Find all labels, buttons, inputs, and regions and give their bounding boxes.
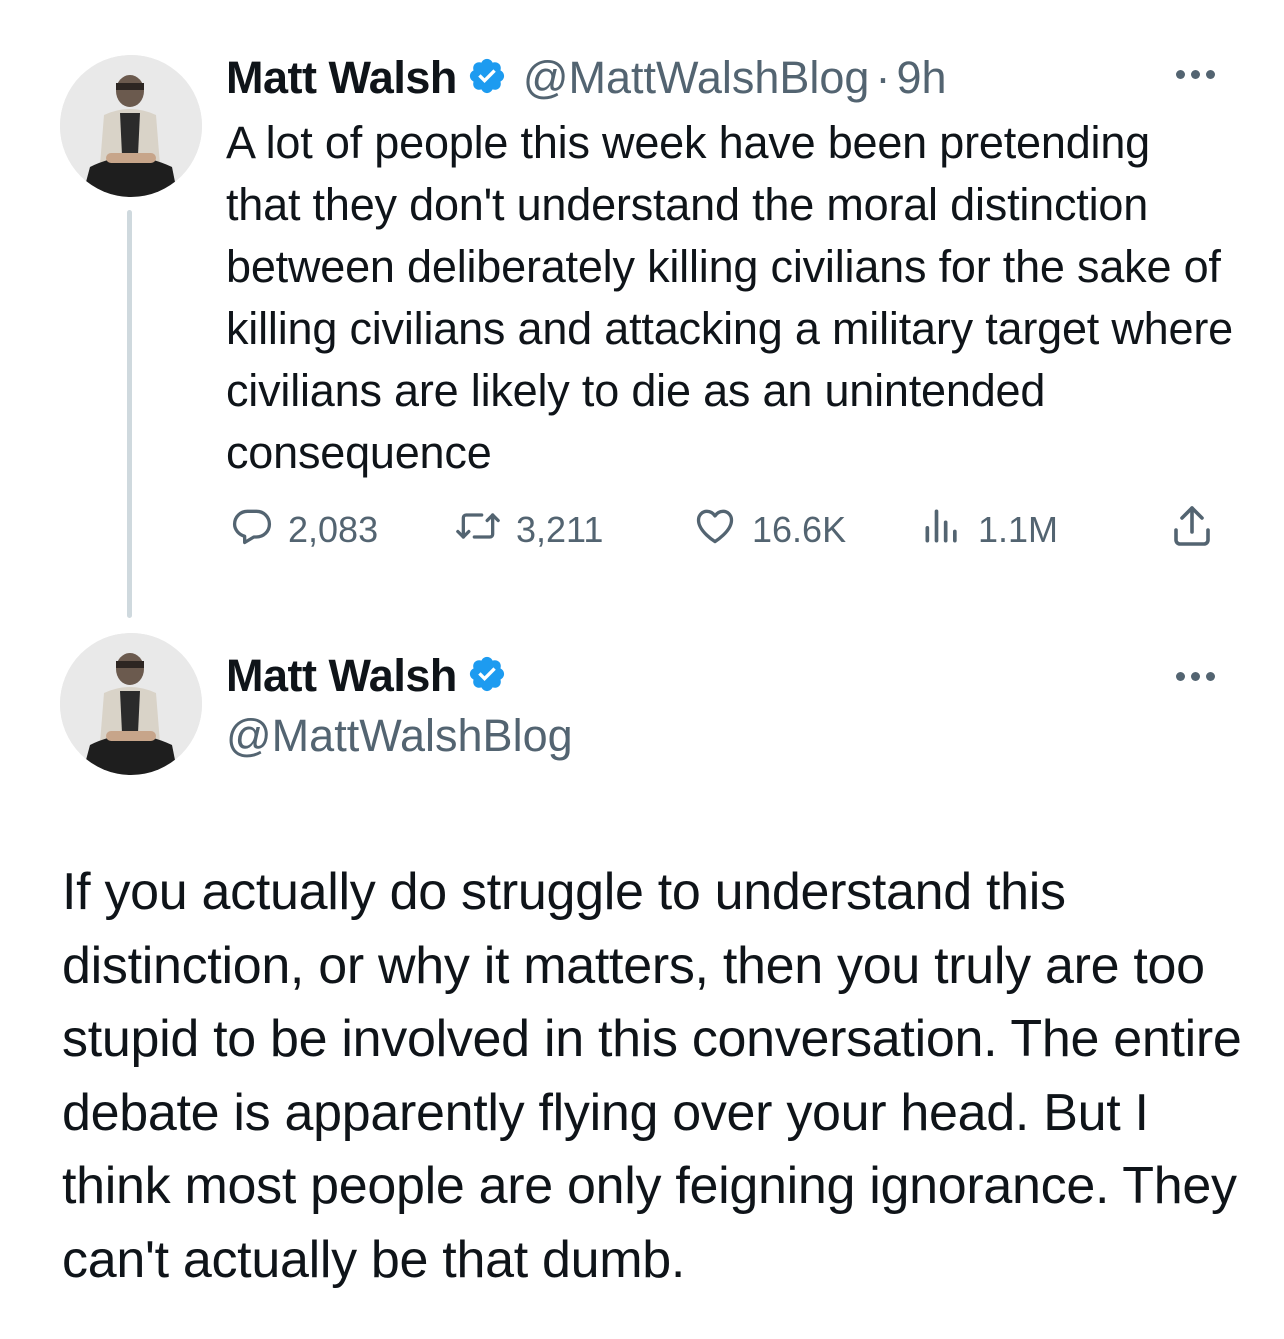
author-handle[interactable]: @MattWalshBlog xyxy=(226,710,573,762)
reply-count: 2,083 xyxy=(288,509,379,550)
avatar[interactable] xyxy=(60,633,202,775)
author-name[interactable]: Matt Walsh xyxy=(226,52,457,104)
views-count: 1.1M xyxy=(978,509,1059,550)
retweet-count: 3,211 xyxy=(516,509,604,550)
tweet-text: A lot of people this week have been pret… xyxy=(226,117,1233,478)
like-button[interactable]: 16.6K xyxy=(692,500,846,560)
like-count: 16.6K xyxy=(752,509,847,550)
tweet-actions: 2,083 3,211 16.6K 1.1M xyxy=(226,500,1222,560)
tweet1-header: Matt Walsh @MattWalshBlog · 9h xyxy=(226,48,947,108)
verified-badge-icon xyxy=(467,56,507,101)
avatar-photo xyxy=(60,633,202,775)
views-button[interactable]: 1.1M xyxy=(920,500,1058,560)
author-handle[interactable]: @MattWalshBlog xyxy=(523,52,870,104)
author-name[interactable]: Matt Walsh xyxy=(226,650,457,702)
views-icon xyxy=(920,504,964,557)
tweet-time[interactable]: 9h xyxy=(896,52,946,104)
thread-line xyxy=(127,210,132,618)
tweet2-header: Matt Walsh xyxy=(226,646,507,706)
verified-badge-icon xyxy=(467,654,507,699)
share-button[interactable] xyxy=(1168,500,1216,560)
retweet-icon xyxy=(454,504,502,557)
avatar-photo xyxy=(60,55,202,197)
tweet2-handle-row: @MattWalshBlog xyxy=(226,706,573,766)
reply-icon xyxy=(230,504,274,557)
retweet-button[interactable]: 3,211 xyxy=(454,500,603,560)
reply-button[interactable]: 2,083 xyxy=(230,500,378,560)
more-options-icon[interactable] xyxy=(1176,672,1215,681)
separator-dot: · xyxy=(875,52,891,103)
avatar[interactable] xyxy=(60,55,202,197)
share-icon xyxy=(1168,502,1216,559)
more-options-icon[interactable] xyxy=(1176,70,1215,79)
heart-icon xyxy=(692,504,738,557)
tweet-text: If you actually do struggle to understan… xyxy=(62,863,1242,1289)
